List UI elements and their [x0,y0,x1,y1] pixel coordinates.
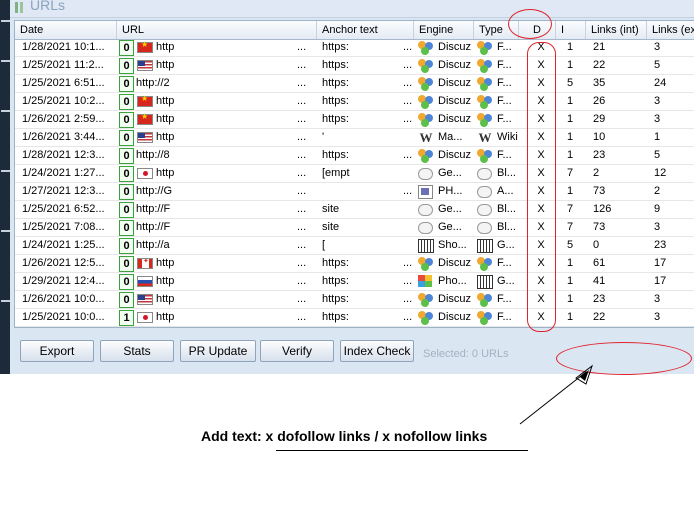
annotation-underline [276,450,528,451]
annotation-caption: Add text: x dofollow links / x nofollow … [201,428,488,444]
